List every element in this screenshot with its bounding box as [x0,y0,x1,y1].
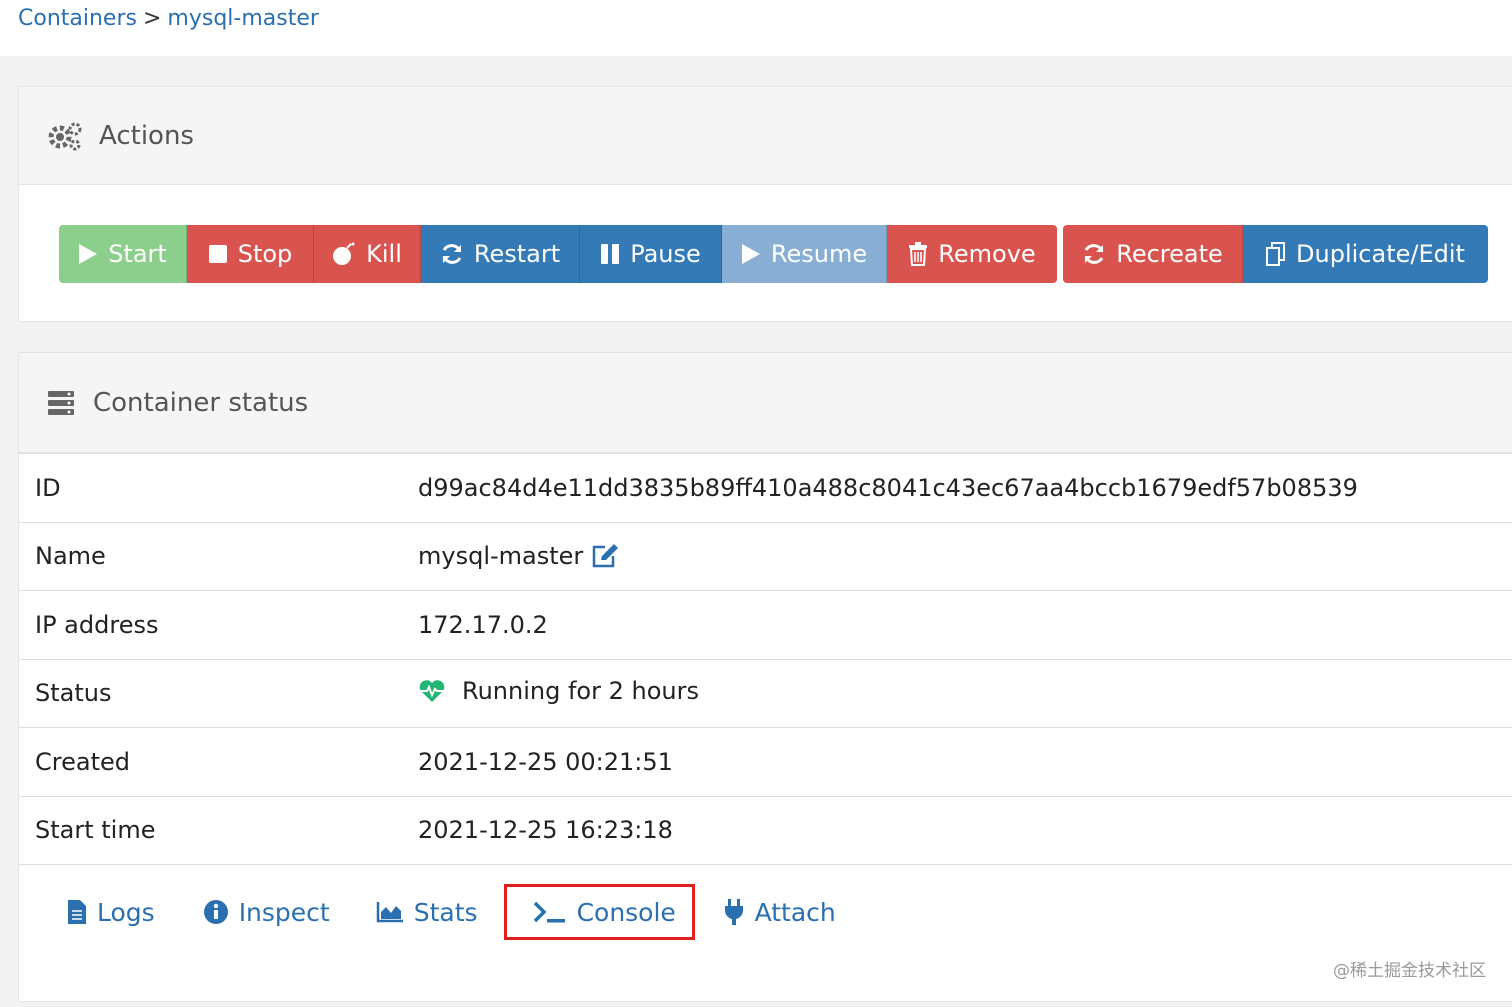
tab-console[interactable]: Console [503,884,695,940]
stop-button[interactable]: Stop [187,225,314,283]
remove-label: Remove [938,240,1036,268]
id-key: ID [19,453,402,523]
start-button[interactable]: Start [59,225,187,283]
container-status-title: Container status [93,387,309,418]
area-chart-icon [376,901,404,923]
resume-label: Resume [770,240,868,268]
status-key: Status [19,659,402,728]
ip-value: 172.17.0.2 [402,590,1512,660]
start-time-value: 2021-12-25 16:23:18 [402,796,1512,865]
tab-console-label: Console [576,897,676,927]
tab-logs[interactable]: Logs [57,884,165,940]
created-key: Created [19,727,402,797]
copy-icon [1266,242,1286,266]
action-button-group: Start Stop Kill Restart Pause Resume Rem… [59,225,1057,283]
name-key: Name [19,522,402,591]
duplicate-edit-button[interactable]: Duplicate/Edit [1243,225,1488,283]
actions-title: Actions [99,120,194,151]
recreate-label: Recreate [1116,240,1223,268]
container-info-table: ID d99ac84d4e11dd3835b89ff410a488c8041c4… [19,453,1512,865]
play-icon [741,243,761,265]
watermark: @稀土掘金技术社区 [1333,961,1486,981]
tab-stats[interactable]: Stats [366,884,488,940]
status-value: Running for 2 hours [462,677,699,706]
refresh-icon [1082,242,1106,266]
info-circle-icon [203,899,229,925]
cogs-icon [47,121,83,151]
plug-icon [723,898,745,926]
pause-icon [600,243,620,265]
status-cell: Running for 2 hours [402,659,1512,728]
restart-label: Restart [473,240,561,268]
breadcrumb: Containers > mysql-master [18,6,319,31]
container-status-panel: Container status ID d99ac84d4e11dd3835b8… [18,352,1512,1002]
status-value-wrap: Running for 2 hours [418,677,699,705]
top-bar: Containers > mysql-master [0,0,1512,56]
table-row: Status Running for 2 hours [19,659,1512,728]
tab-inspect-label: Inspect [238,897,330,927]
table-row: ID d99ac84d4e11dd3835b89ff410a488c8041c4… [19,453,1512,523]
stop-icon [208,244,228,264]
container-tabs: Logs Inspect Stats Console Attach [57,883,846,941]
table-row: Name mysql-master [19,522,1512,591]
breadcrumb-separator: > [142,6,162,31]
resume-button[interactable]: Resume [722,225,887,283]
bomb-icon [332,242,356,266]
refresh-icon [440,242,464,266]
stop-label: Stop [237,240,293,268]
created-value: 2021-12-25 00:21:51 [402,727,1512,797]
tab-inspect[interactable]: Inspect [193,884,340,940]
breadcrumb-containers-link[interactable]: Containers [18,6,137,31]
container-status-header: Container status [19,353,1512,453]
tab-stats-label: Stats [413,897,478,927]
recreate-button[interactable]: Recreate [1063,225,1243,283]
duplicate-edit-label: Duplicate/Edit [1296,240,1465,268]
start-label: Start [108,240,167,268]
table-row: IP address 172.17.0.2 [19,590,1512,660]
heartbeat-icon [418,679,446,703]
actions-panel: Actions Start Stop Kill Restart Pause Re… [18,86,1512,322]
restart-button[interactable]: Restart [421,225,580,283]
actions-panel-header: Actions [19,87,1512,185]
remove-button[interactable]: Remove [887,225,1057,283]
file-icon [67,899,87,925]
ip-key: IP address [19,590,402,660]
kill-label: Kill [366,240,402,268]
pause-button[interactable]: Pause [580,225,722,283]
name-cell: mysql-master [402,522,1512,591]
server-icon [47,390,75,416]
recreate-button-group: Recreate Duplicate/Edit [1063,225,1488,283]
edit-icon[interactable] [591,543,619,569]
tab-logs-label: Logs [97,897,155,927]
trash-icon [908,242,928,266]
name-value-wrap: mysql-master [418,542,619,570]
table-row: Created 2021-12-25 00:21:51 [19,727,1512,797]
tab-attach-label: Attach [754,897,836,927]
name-value: mysql-master [418,542,584,571]
tab-attach[interactable]: Attach [713,884,846,940]
play-icon [78,243,98,265]
kill-button[interactable]: Kill [314,225,421,283]
table-row: Start time 2021-12-25 16:23:18 [19,796,1512,865]
breadcrumb-current-link[interactable]: mysql-master [167,6,319,31]
pause-label: Pause [630,240,701,268]
terminal-icon [533,900,567,924]
id-value: d99ac84d4e11dd3835b89ff410a488c8041c43ec… [402,453,1512,523]
action-button-row: Start Stop Kill Restart Pause Resume Rem… [59,225,1488,283]
start-time-key: Start time [19,796,402,865]
